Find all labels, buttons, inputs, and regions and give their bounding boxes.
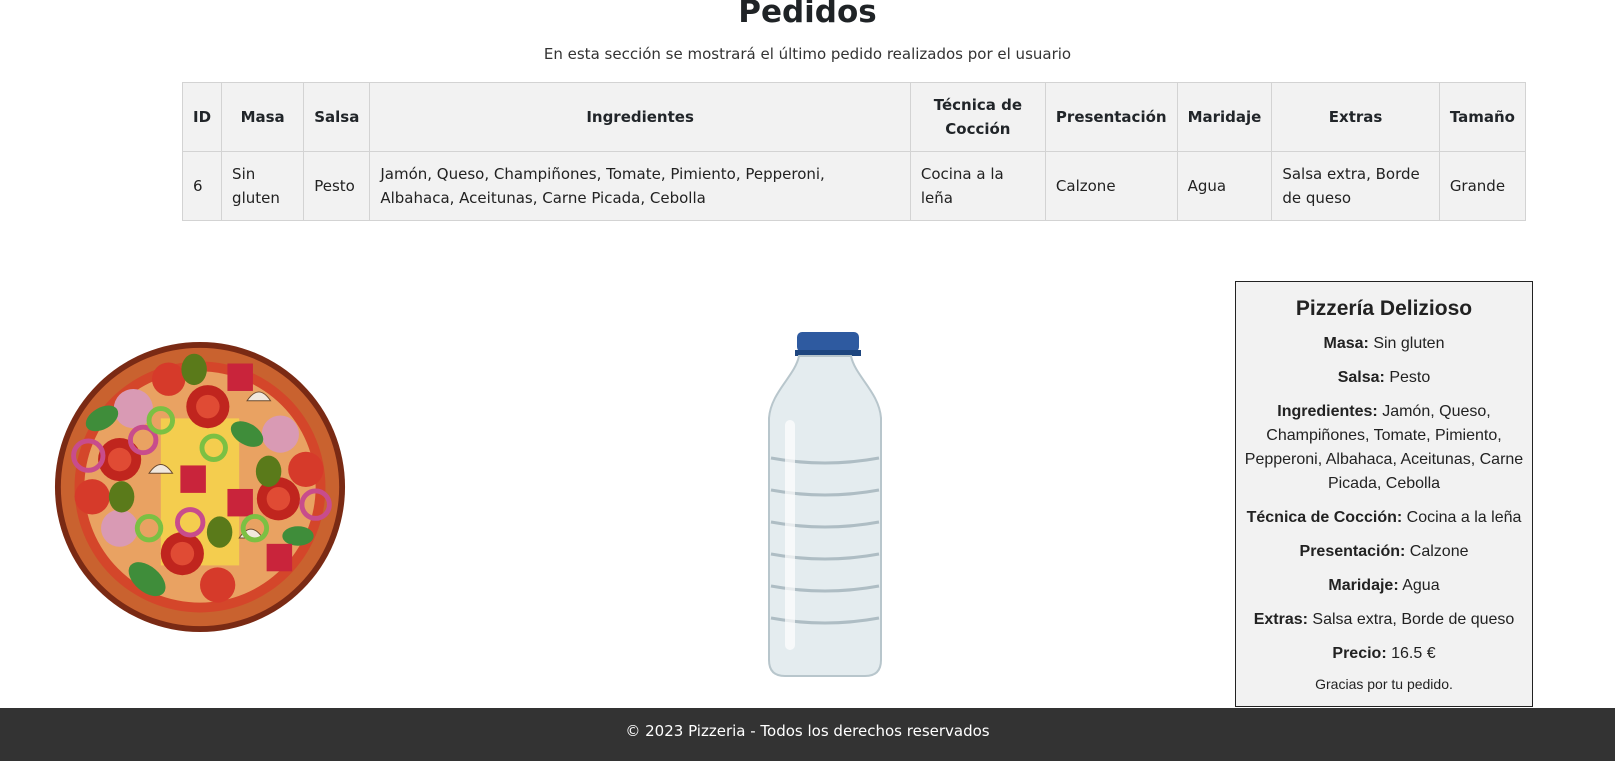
receipt-salsa: Salsa: Pesto [1236,366,1532,390]
orders-table-head: ID Masa Salsa Ingredientes Técnica de Co… [181,82,1527,152]
receipt-extras: Extras: Salsa extra, Borde de queso [1236,608,1532,632]
pizza-image [54,341,346,633]
col-salsa: Salsa [303,82,371,152]
cell-masa: Sin gluten [221,151,305,221]
receipt-masa: Masa: Sin gluten [1236,332,1532,356]
col-maridaje: Maridaje [1176,82,1273,152]
page-title: Pedidos [738,0,877,30]
cell-extras: Salsa extra, Borde de queso [1271,151,1440,221]
receipt-tecnica: Técnica de Cocción: Cocina a la leña [1236,506,1532,530]
table-row: 6 Sin gluten Pesto Jamón, Queso, Champiñ… [181,151,1527,221]
cell-ingredientes: Jamón, Queso, Champiñones, Tomate, Pimie… [369,151,911,221]
label: Precio: [1332,645,1387,662]
page-subtitle: En esta sección se mostrará el último pe… [543,45,1072,63]
label: Masa: [1323,335,1369,352]
receipt-thanks: Gracias por tu pedido. [1315,676,1453,692]
label: Maridaje: [1328,577,1399,594]
receipt-card: Pizzería Delizioso Masa: Sin gluten Sals… [1235,281,1533,707]
header-row: ID Masa Salsa Ingredientes Técnica de Co… [181,82,1527,152]
value: Agua [1402,577,1440,594]
label: Ingredientes: [1277,403,1378,420]
col-masa: Masa [221,82,305,152]
cell-id: 6 [181,151,223,221]
value: Salsa extra, Borde de queso [1312,611,1515,628]
cell-maridaje: Agua [1176,151,1273,221]
col-ingredientes: Ingredientes [369,82,911,152]
orders-table-body: 6 Sin gluten Pesto Jamón, Queso, Champiñ… [181,151,1527,221]
label: Presentación: [1299,543,1406,560]
orders-table: ID Masa Salsa Ingredientes Técnica de Co… [181,82,1527,221]
cell-tecnica: Cocina a la leña [909,151,1046,221]
col-extras: Extras [1271,82,1440,152]
cell-salsa: Pesto [303,151,371,221]
receipt-presentacion: Presentación: Calzone [1236,540,1532,564]
col-id: ID [181,82,223,152]
receipt-maridaje: Maridaje: Agua [1236,574,1532,598]
cell-tamano: Grande [1438,151,1527,221]
col-presentacion: Presentación [1044,82,1178,152]
water-bottle-image [768,332,882,677]
footer-text: © 2023 Pizzeria - Todos los derechos res… [625,722,990,740]
cell-presentacion: Calzone [1044,151,1178,221]
value: Cocina a la leña [1406,509,1522,526]
value: Sin gluten [1373,335,1445,352]
label: Técnica de Cocción: [1246,509,1403,526]
value: Pesto [1389,369,1431,386]
receipt-precio: Precio: 16.5 € [1236,642,1532,666]
receipt-title: Pizzería Delizioso [1295,297,1473,320]
label: Extras: [1253,611,1308,628]
value: Calzone [1409,543,1469,560]
col-tamano: Tamaño [1438,82,1527,152]
receipt-ingredientes: Ingredientes: Jamón, Queso, Champiñones,… [1236,400,1532,496]
label: Salsa: [1337,369,1385,386]
col-tecnica: Técnica de Cocción [909,82,1046,152]
footer: © 2023 Pizzeria - Todos los derechos res… [0,708,1615,761]
value: 16.5 € [1391,645,1436,662]
